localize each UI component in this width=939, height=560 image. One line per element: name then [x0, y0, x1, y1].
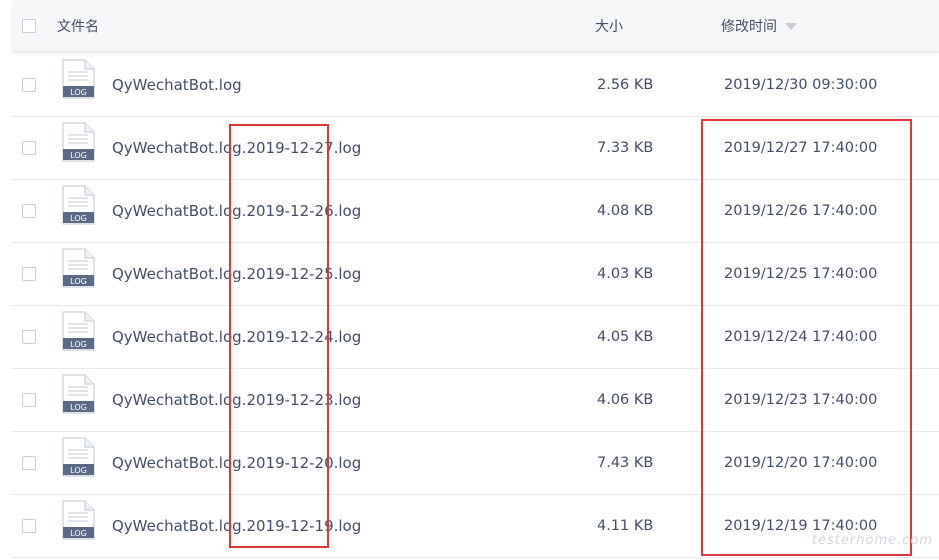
- file-modified-time: 2019/12/30 09:30:00: [724, 77, 878, 93]
- file-modified-time: 2019/12/26 17:40:00: [724, 203, 878, 219]
- file-modified-time: 2019/12/24 17:40:00: [724, 329, 878, 345]
- file-row[interactable]: LOG QyWechatBot.log.2019-12-24.log 4.05 …: [12, 306, 939, 369]
- file-size: 2.56 KB: [597, 77, 654, 93]
- log-file-icon: LOG: [62, 437, 95, 477]
- file-name[interactable]: QyWechatBot.log.2019-12-23.log: [112, 369, 361, 431]
- file-size: 7.33 KB: [597, 140, 654, 156]
- log-badge-text: LOG: [70, 529, 87, 538]
- column-header-size[interactable]: 大小: [595, 0, 623, 51]
- file-name[interactable]: QyWechatBot.log.2019-12-25.log: [112, 243, 361, 305]
- select-all-checkbox[interactable]: [22, 19, 36, 33]
- file-name[interactable]: QyWechatBot.log.2019-12-26.log: [112, 180, 361, 242]
- row-checkbox[interactable]: [22, 519, 36, 533]
- file-list-header: 文件名 大小 修改时间: [12, 0, 939, 52]
- log-file-icon: LOG: [62, 185, 95, 225]
- file-size: 4.05 KB: [597, 329, 654, 345]
- file-modified-time: 2019/12/23 17:40:00: [724, 392, 878, 408]
- file-name[interactable]: QyWechatBot.log.2019-12-20.log: [112, 432, 361, 494]
- sort-desc-icon[interactable]: [785, 23, 797, 30]
- file-row[interactable]: LOG QyWechatBot.log.2019-12-26.log 4.08 …: [12, 180, 939, 243]
- log-badge-text: LOG: [70, 151, 87, 160]
- file-name[interactable]: QyWechatBot.log.2019-12-24.log: [112, 306, 361, 368]
- file-row[interactable]: LOG QyWechatBot.log.2019-12-19.log 4.11 …: [12, 495, 939, 558]
- row-checkbox[interactable]: [22, 204, 36, 218]
- file-name[interactable]: QyWechatBot.log.2019-12-27.log: [112, 117, 361, 179]
- log-file-icon: LOG: [62, 500, 95, 540]
- file-size: 7.43 KB: [597, 455, 654, 471]
- file-modified-time: 2019/12/20 17:40:00: [724, 455, 878, 471]
- row-checkbox[interactable]: [22, 141, 36, 155]
- row-checkbox[interactable]: [22, 78, 36, 92]
- file-modified-time: 2019/12/25 17:40:00: [724, 266, 878, 282]
- file-row[interactable]: LOG QyWechatBot.log 2.56 KB 2019/12/30 0…: [12, 54, 939, 117]
- log-file-icon: LOG: [62, 122, 95, 162]
- log-badge-text: LOG: [70, 88, 87, 97]
- log-file-icon: LOG: [62, 248, 95, 288]
- log-badge-text: LOG: [70, 466, 87, 475]
- log-file-icon: LOG: [62, 59, 95, 99]
- file-row[interactable]: LOG QyWechatBot.log.2019-12-27.log 7.33 …: [12, 117, 939, 180]
- log-file-icon: LOG: [62, 374, 95, 414]
- file-size: 4.11 KB: [597, 518, 654, 534]
- row-checkbox[interactable]: [22, 456, 36, 470]
- log-file-icon: LOG: [62, 311, 95, 351]
- log-badge-text: LOG: [70, 277, 87, 286]
- file-name[interactable]: QyWechatBot.log.2019-12-19.log: [112, 495, 361, 557]
- row-checkbox[interactable]: [22, 393, 36, 407]
- file-modified-time: 2019/12/27 17:40:00: [724, 140, 878, 156]
- row-checkbox[interactable]: [22, 330, 36, 344]
- watermark: testerhome.com: [811, 533, 933, 548]
- file-row[interactable]: LOG QyWechatBot.log.2019-12-23.log 4.06 …: [12, 369, 939, 432]
- log-badge-text: LOG: [70, 214, 87, 223]
- file-size: 4.06 KB: [597, 392, 654, 408]
- file-row[interactable]: LOG QyWechatBot.log.2019-12-25.log 4.03 …: [12, 243, 939, 306]
- file-row[interactable]: LOG QyWechatBot.log.2019-12-20.log 7.43 …: [12, 432, 939, 495]
- log-badge-text: LOG: [70, 403, 87, 412]
- log-badge-text: LOG: [70, 340, 87, 349]
- file-size: 4.08 KB: [597, 203, 654, 219]
- file-name[interactable]: QyWechatBot.log: [112, 54, 242, 116]
- column-header-modified-time-label: 修改时间: [721, 19, 777, 35]
- column-header-filename[interactable]: 文件名: [57, 0, 99, 51]
- column-header-modified-time[interactable]: 修改时间: [721, 0, 797, 51]
- file-size: 4.03 KB: [597, 266, 654, 282]
- row-checkbox[interactable]: [22, 267, 36, 281]
